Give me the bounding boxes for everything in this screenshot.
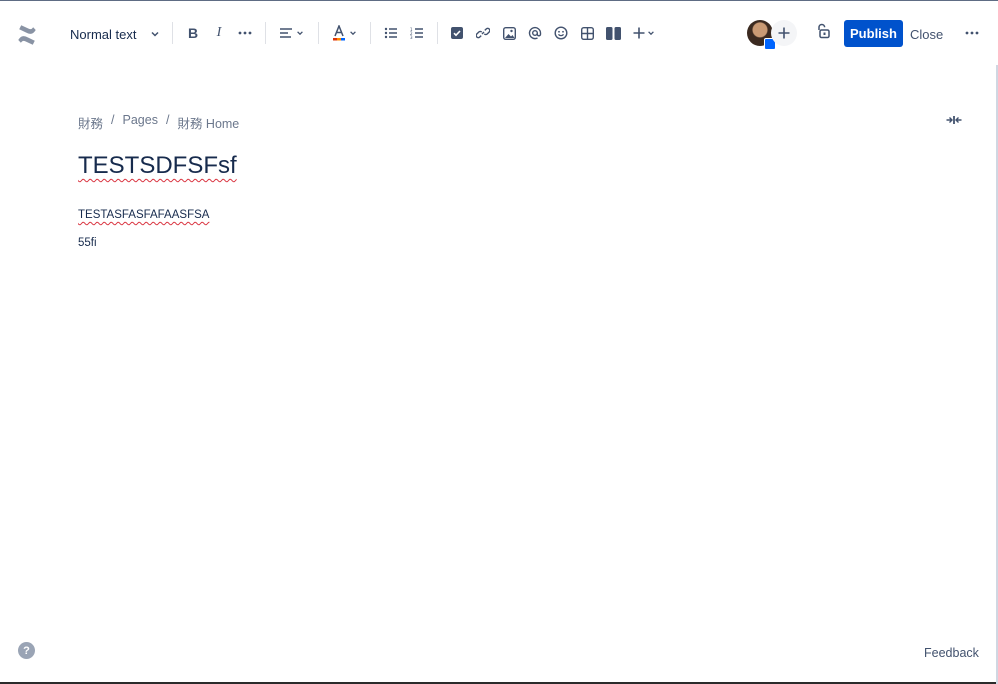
body-paragraph[interactable]: TESTASFASFAFAASFSA: [78, 209, 209, 221]
italic-icon: I: [216, 25, 222, 40]
bullet-list-icon: [384, 27, 397, 39]
chevron-down-icon: [296, 31, 303, 36]
mention-button[interactable]: [525, 22, 545, 44]
chevron-down-icon: [151, 31, 159, 37]
toolbar-divider: [172, 22, 173, 44]
plus-icon: [633, 27, 645, 39]
close-label: Close: [910, 26, 944, 42]
publish-button[interactable]: Publish: [844, 20, 903, 47]
checkbox-icon: [451, 27, 463, 39]
insert-image-button[interactable]: [499, 22, 519, 44]
chevron-down-icon: [349, 31, 356, 36]
invite-collaborator-button[interactable]: [771, 20, 797, 46]
text-style-label: Normal text: [70, 26, 137, 42]
bold-icon: B: [187, 25, 199, 41]
editor-toolbar: Normal text B I 123 Publish Close: [0, 0, 998, 66]
more-actions-button[interactable]: [962, 22, 982, 44]
text-style-dropdown[interactable]: Normal text: [64, 22, 160, 46]
image-icon: [502, 26, 516, 40]
toolbar-divider: [370, 22, 371, 44]
fixed-width-toggle-button[interactable]: [944, 112, 964, 128]
confluence-logo-icon[interactable]: [14, 22, 40, 48]
insert-more-dropdown[interactable]: [630, 22, 658, 44]
bullet-list-button[interactable]: [381, 22, 401, 44]
action-item-button[interactable]: [447, 22, 467, 44]
help-icon[interactable]: ?: [18, 642, 35, 659]
text-color-icon: [332, 25, 345, 41]
feedback-link[interactable]: Feedback: [924, 646, 979, 660]
breadcrumb-item-space[interactable]: 財務: [78, 113, 103, 132]
toolbar-divider: [265, 22, 266, 44]
layouts-button[interactable]: [603, 22, 623, 44]
more-icon: [238, 31, 252, 35]
page-title[interactable]: TESTSDFSFsf: [78, 152, 237, 180]
numbered-list-icon: 123: [410, 27, 423, 39]
table-icon: [580, 26, 594, 40]
toolbar-divider: [437, 22, 438, 44]
more-icon: [965, 31, 979, 35]
plus-icon: [778, 27, 790, 39]
italic-button[interactable]: I: [209, 22, 229, 44]
link-icon: [476, 27, 490, 39]
breadcrumb-item-home[interactable]: 財務 Home: [177, 113, 239, 132]
svg-text:3: 3: [410, 35, 413, 39]
layout-columns-icon: [605, 26, 621, 40]
breadcrumb-separator: /: [165, 113, 170, 127]
body-paragraph[interactable]: 55fi: [78, 237, 97, 249]
insert-link-button[interactable]: [473, 22, 493, 44]
mention-icon: [528, 26, 542, 40]
align-left-icon: [279, 28, 292, 38]
breadcrumb-separator: /: [111, 113, 115, 127]
unlock-icon: [818, 23, 830, 39]
restrictions-button[interactable]: [812, 20, 834, 42]
close-button[interactable]: Close: [910, 23, 943, 45]
numbered-list-button[interactable]: 123: [407, 22, 427, 44]
breadcrumb-item-pages[interactable]: Pages: [123, 113, 158, 132]
emoji-button[interactable]: [551, 22, 571, 44]
text-color-dropdown[interactable]: [330, 22, 358, 44]
more-formatting-button[interactable]: [235, 22, 255, 44]
toolbar-divider: [318, 22, 319, 44]
insert-table-button[interactable]: [577, 22, 597, 44]
publish-label: Publish: [850, 26, 897, 41]
alignment-dropdown[interactable]: [276, 22, 306, 44]
collapse-width-icon: [946, 116, 962, 124]
emoji-icon: [554, 26, 568, 40]
bold-button[interactable]: B: [183, 22, 203, 44]
window-frame: [0, 0, 998, 684]
chevron-down-icon: [648, 31, 654, 36]
breadcrumb: 財務 / Pages / 財務 Home: [78, 113, 239, 132]
